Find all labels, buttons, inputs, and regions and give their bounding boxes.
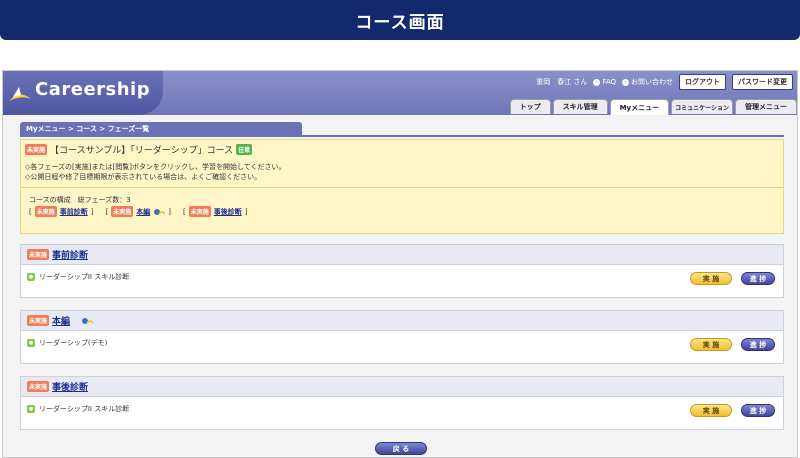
phase-panel-post: 未実施 事後診断 ● リーダーシップII スキル診断 実 施 進 捗: [20, 376, 784, 430]
logo-text[interactable]: Careership: [35, 79, 150, 100]
header-links: 重岡 春江 さん › FAQ › お問い合わせ ログアウト パスワード変更: [536, 74, 793, 90]
execute-button[interactable]: 実 施: [690, 338, 732, 351]
phase-link-text[interactable]: 事後診断: [214, 207, 242, 217]
instruction-line: ◇各フェーズの[実施]または[閲覧]ボタンをクリックし、学習を開始してください。: [25, 163, 286, 171]
course-structure: コースの構成 総フェーズ数：3: [29, 196, 131, 204]
course-title: 【コースサンプル】「リーダーシップ」コース: [50, 146, 234, 156]
phase-link-pre: [ 未実施 事前診断 ]: [29, 206, 94, 217]
tab-communication[interactable]: コミュニケーション: [671, 99, 733, 114]
phase-title[interactable]: 本編: [52, 314, 70, 327]
phase-link-text[interactable]: 事前診断: [60, 207, 88, 217]
progress-button[interactable]: 進 捗: [741, 404, 775, 417]
item-label: リーダーシップII スキル診断: [39, 405, 130, 413]
phase-body: ● リーダーシップ(デモ) 実 施 進 捗: [21, 331, 783, 364]
phase-item: ● リーダーシップII スキル診断: [27, 404, 129, 414]
status-badge: 未実施: [27, 315, 50, 326]
arrow-icon: ›: [593, 78, 601, 86]
status-badge: 未実施: [111, 206, 134, 217]
item-type-icon: ●: [27, 339, 35, 347]
phase-link-post: [ 未実施 事後診断 ]: [182, 206, 248, 217]
status-badge: 未実施: [188, 206, 211, 217]
phase-header: 未実施 事後診断: [21, 377, 783, 397]
tab-bar: トップ スキル管理 Myメニュー コミュニケーション 管理メニュー: [3, 99, 797, 117]
phase-link-main: [ 未実施 本編 ]: [105, 206, 171, 217]
status-badge: 未実施: [34, 206, 57, 217]
course-title-row: 未実施 【コースサンプル】「リーダーシップ」コース 任意: [25, 143, 253, 156]
divider: [21, 187, 783, 188]
logout-button[interactable]: ログアウト: [679, 74, 726, 90]
contact-label: お問い合わせ: [631, 78, 673, 86]
phase-header: 未実施 事前診断: [21, 245, 783, 265]
execute-button[interactable]: 実 施: [690, 404, 732, 417]
breadcrumb: Myメニュー > コース > フェーズ一覧: [20, 122, 302, 136]
tab-my-menu[interactable]: Myメニュー: [609, 99, 670, 115]
phase-flag-icon: [154, 208, 166, 215]
faq-link[interactable]: › FAQ: [593, 78, 616, 86]
faq-label: FAQ: [602, 78, 616, 86]
item-label: リーダーシップII スキル診断: [39, 273, 130, 281]
phase-title[interactable]: 事前診断: [52, 248, 88, 261]
status-badge: 未実施: [27, 381, 50, 392]
phase-panel-main: 未実施 本編 ● リーダーシップ(デモ) 実 施 進 捗: [20, 310, 784, 364]
course-instructions: ◇各フェーズの[実施]または[閲覧]ボタンをクリックし、学習を開始してください。…: [25, 162, 286, 182]
arrow-icon: ›: [622, 78, 629, 86]
phase-item: ● リーダーシップ(デモ): [27, 338, 107, 348]
phase-link-text[interactable]: 本編: [136, 207, 150, 217]
item-type-icon: ●: [27, 273, 35, 281]
phase-panel-pre: 未実施 事前診断 ● リーダーシップII スキル診断 実 施 進 捗: [20, 244, 784, 298]
item-type-icon: ●: [27, 405, 35, 413]
phase-body: ● リーダーシップII スキル診断 実 施 進 捗: [21, 265, 783, 298]
phase-item: ● リーダーシップII スキル診断: [27, 272, 129, 282]
contact-link[interactable]: › お問い合わせ: [622, 77, 673, 87]
progress-button[interactable]: 進 捗: [741, 338, 775, 351]
app-header: Careership 重岡 春江 さん › FAQ › お問い合わせ ログアウト パ…: [3, 71, 797, 117]
tab-admin-menu[interactable]: 管理メニュー: [735, 99, 797, 114]
divider: [20, 135, 784, 137]
password-change-button[interactable]: パスワード変更: [732, 74, 793, 90]
app-window: Careership 重岡 春江 さん › FAQ › お問い合わせ ログアウト パ…: [2, 70, 798, 458]
phase-title[interactable]: 事後診断: [52, 380, 88, 393]
tab-top[interactable]: トップ: [509, 99, 551, 114]
back-button[interactable]: 戻 る: [375, 442, 427, 455]
item-label: リーダーシップ(デモ): [39, 339, 108, 347]
status-badge: 未実施: [27, 249, 50, 260]
phase-links: [ 未実施 事前診断 ] [ 未実施 本編 ] [ 未実施 事後診断 ]: [29, 206, 247, 217]
execute-button[interactable]: 実 施: [690, 272, 732, 285]
course-info-box: 未実施 【コースサンプル】「リーダーシップ」コース 任意 ◇各フェーズの[実施]…: [20, 139, 784, 234]
phase-flag-icon: [82, 317, 94, 324]
instruction-line: ◇公開日程や修了目標期限が表示されている場合は、よくご確認ください。: [25, 173, 262, 181]
phase-body: ● リーダーシップII スキル診断 実 施 進 捗: [21, 397, 783, 430]
phase-header: 未実施 本編: [21, 311, 783, 331]
tab-skill[interactable]: スキル管理: [552, 99, 608, 114]
user-name: 重岡 春江 さん: [536, 78, 588, 86]
page-caption: コース画面: [0, 0, 800, 40]
status-badge: 未実施: [25, 144, 48, 155]
tag-badge: 任意: [236, 144, 253, 155]
progress-button[interactable]: 進 捗: [741, 272, 775, 285]
